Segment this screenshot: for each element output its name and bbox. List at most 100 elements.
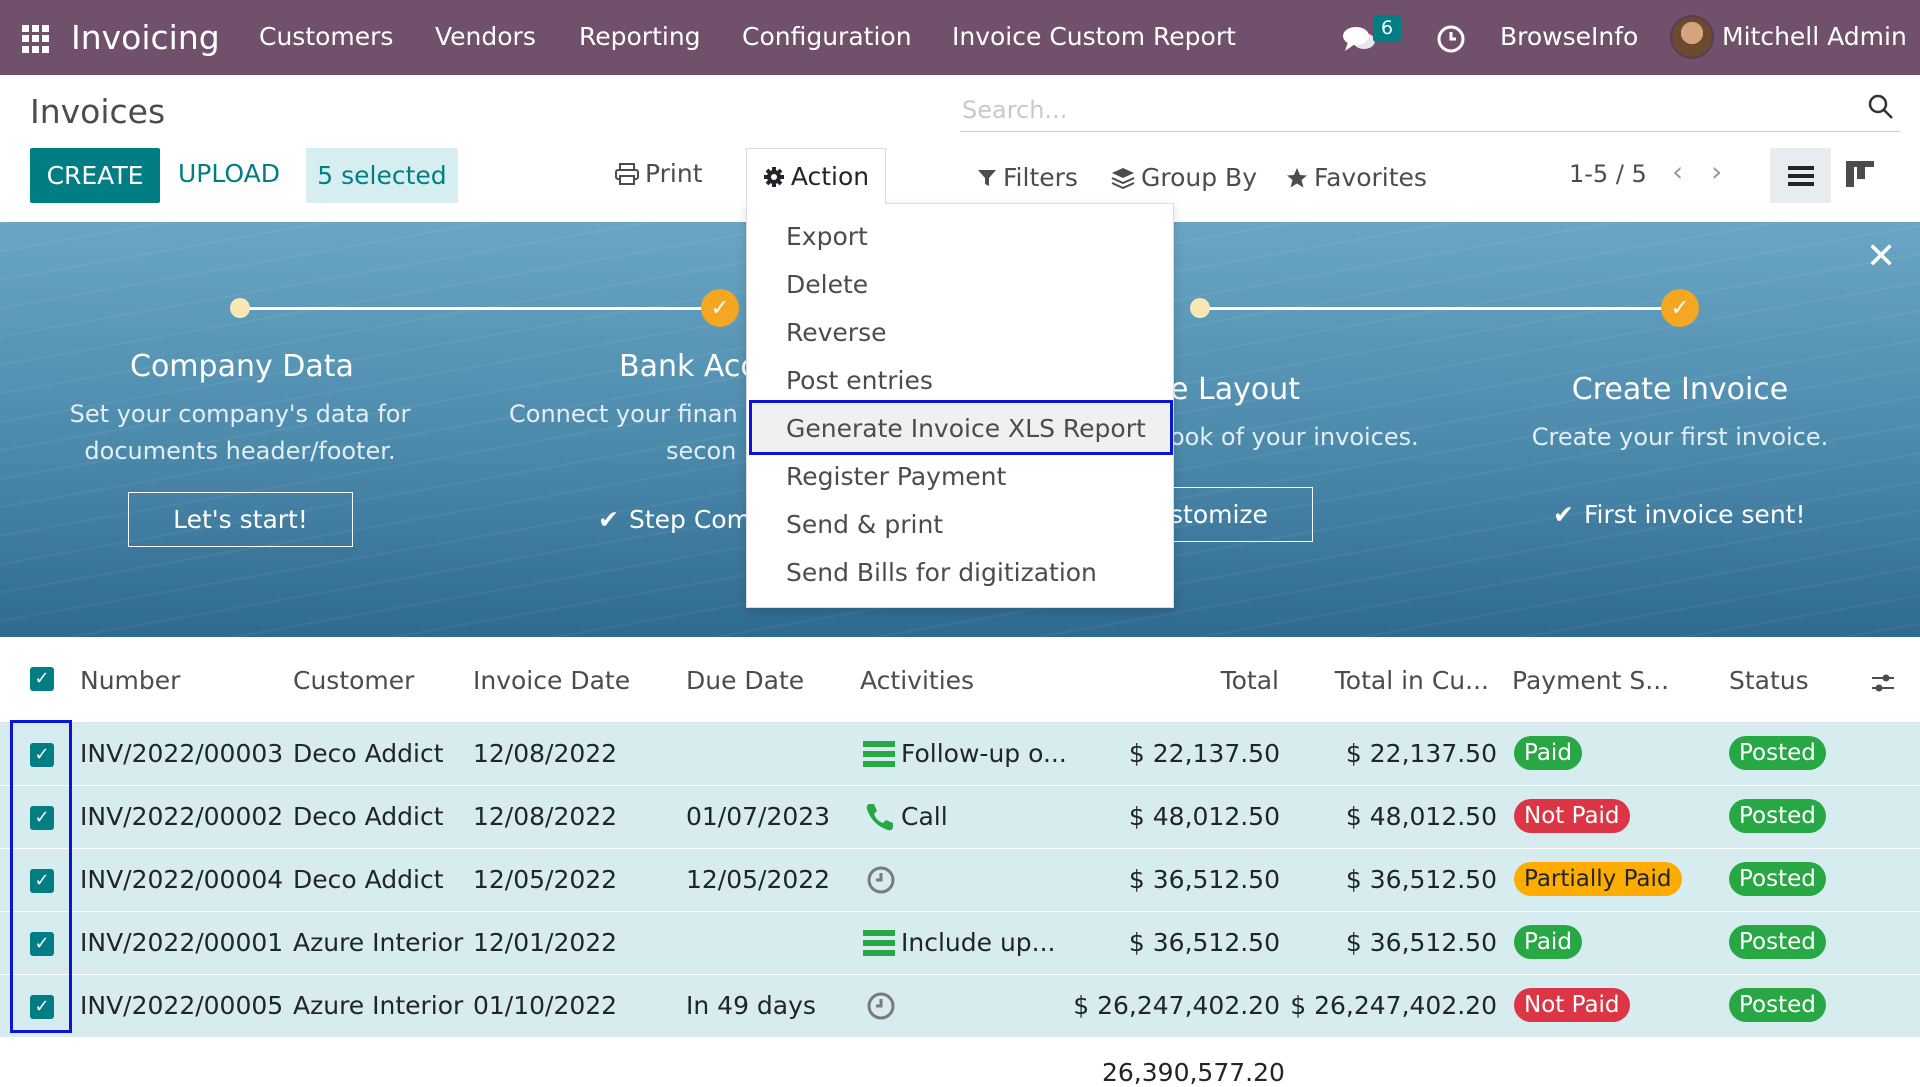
chat-icon[interactable] <box>1342 24 1376 54</box>
step-desc: ook of your invoices. <box>1170 423 1419 451</box>
cell-total-currency: $ 22,137.50 <box>1345 739 1497 768</box>
print-label: Print <box>645 159 703 188</box>
pager-previous-icon[interactable]: ‹ <box>1672 158 1683 186</box>
close-icon[interactable]: ✕ <box>1866 236 1896 277</box>
step-desc: Connect your finan <box>509 400 738 428</box>
cell-total: $ 26,247,402.20 <box>1073 991 1280 1020</box>
payment-status-badge: Not Paid <box>1514 799 1630 833</box>
menu-item-send-print[interactable]: Send & print <box>786 510 943 539</box>
layers-icon <box>1111 167 1135 189</box>
activity-clock-icon[interactable] <box>1436 24 1466 54</box>
cell-customer: Deco Addict <box>293 802 444 831</box>
user-avatar[interactable] <box>1670 15 1714 59</box>
table-row[interactable]: ✓ INV/2022/00001 Azure Interior 12/01/20… <box>0 912 1920 975</box>
menu-vendors[interactable]: Vendors <box>435 22 536 51</box>
upload-button[interactable]: UPLOAD <box>178 159 280 188</box>
create-button[interactable]: CREATE <box>30 148 160 203</box>
cell-customer: Deco Addict <box>293 739 444 768</box>
group-by-button[interactable]: Group By <box>1111 163 1257 192</box>
menu-item-generate-xls-report[interactable]: Generate Invoice XLS Report <box>786 414 1146 443</box>
menu-item-reverse[interactable]: Reverse <box>786 318 887 347</box>
favorites-button[interactable]: Favorites <box>1286 163 1427 192</box>
print-button[interactable]: Print <box>615 159 703 188</box>
action-button[interactable]: Action <box>746 148 886 204</box>
clock-icon[interactable] <box>865 991 897 1021</box>
menu-item-register-payment[interactable]: Register Payment <box>786 462 1006 491</box>
search-icon[interactable] <box>1866 92 1896 122</box>
check-icon: ✔ <box>598 505 619 534</box>
todo-icon[interactable] <box>863 739 895 769</box>
select-all-checkbox[interactable]: ✓ <box>30 667 54 691</box>
col-activities[interactable]: Activities <box>860 666 974 695</box>
apps-menu-icon[interactable] <box>22 25 50 53</box>
menu-customers[interactable]: Customers <box>259 22 393 51</box>
todo-icon[interactable] <box>863 928 895 958</box>
table-row[interactable]: ✓ INV/2022/00005 Azure Interior 01/10/20… <box>0 975 1920 1038</box>
group-by-label: Group By <box>1141 163 1258 192</box>
cell-total: $ 36,512.50 <box>1128 865 1280 894</box>
table-row[interactable]: ✓ INV/2022/00002 Deco Addict 12/08/2022 … <box>0 786 1920 849</box>
col-number[interactable]: Number <box>80 666 180 695</box>
cell-invoice-date: 12/08/2022 <box>473 802 618 831</box>
step-desc: secon <box>666 437 737 465</box>
pager-value[interactable]: 1-5 / 5 <box>1569 160 1647 188</box>
cell-total: $ 48,012.50 <box>1128 802 1280 831</box>
action-dropdown-menu: Export Delete Reverse Post entries Gener… <box>746 203 1174 608</box>
payment-status-badge: Paid <box>1514 925 1582 959</box>
cell-number: INV/2022/00002 <box>80 802 284 831</box>
cell-customer: Azure Interior <box>293 991 464 1020</box>
cell-activity[interactable]: Include up... <box>901 928 1056 957</box>
col-invoice-date[interactable]: Invoice Date <box>473 666 630 695</box>
menu-item-send-bills-digitization[interactable]: Send Bills for digitization <box>786 558 1097 587</box>
col-total-currency[interactable]: Total in Cu... <box>1335 666 1489 695</box>
col-due-date[interactable]: Due Date <box>686 666 804 695</box>
search-input[interactable] <box>962 92 1842 128</box>
action-label: Action <box>790 162 870 191</box>
menu-item-post-entries[interactable]: Post entries <box>786 366 933 395</box>
col-customer[interactable]: Customer <box>293 666 414 695</box>
step-title-bank-account: Bank Acc <box>619 349 757 384</box>
menu-item-export[interactable]: Export <box>786 222 868 251</box>
kanban-view-icon[interactable] <box>1845 160 1875 190</box>
page-title: Invoices <box>30 92 166 131</box>
company-switcher[interactable]: BrowseInfo <box>1500 22 1638 51</box>
menu-invoice-custom-report[interactable]: Invoice Custom Report <box>952 22 1236 51</box>
menu-configuration[interactable]: Configuration <box>742 22 912 51</box>
menu-reporting[interactable]: Reporting <box>579 22 701 51</box>
menu-item-delete[interactable]: Delete <box>786 270 868 299</box>
customize-button[interactable]: stomize <box>1150 487 1313 542</box>
app-brand[interactable]: Invoicing <box>71 18 220 57</box>
gear-icon <box>763 166 784 187</box>
step-desc: Set your company's data for <box>69 400 411 428</box>
step-connector <box>240 307 720 310</box>
favorites-label: Favorites <box>1314 163 1427 192</box>
top-navbar: Invoicing Customers Vendors Reporting Co… <box>0 0 1920 75</box>
footer-total: 26,390,577.20 <box>1102 1058 1285 1087</box>
pager-next-icon[interactable]: › <box>1711 158 1722 186</box>
phone-icon[interactable] <box>865 802 897 832</box>
list-view-button[interactable] <box>1770 148 1831 203</box>
table-row[interactable]: ✓ INV/2022/00003 Deco Addict 12/08/2022 … <box>0 723 1920 786</box>
col-status[interactable]: Status <box>1729 666 1809 695</box>
selected-count-badge[interactable]: 5 selected <box>306 148 458 203</box>
user-menu[interactable]: Mitchell Admin <box>1722 22 1907 51</box>
step-completed-label: ✔ Step Com <box>598 505 751 534</box>
cell-total: $ 22,137.50 <box>1128 739 1280 768</box>
payment-status-badge: Paid <box>1514 736 1582 770</box>
step-title-company-data: Company Data <box>130 349 354 384</box>
lets-start-button[interactable]: Let's start! <box>128 492 353 547</box>
chat-count-badge: 6 <box>1373 15 1402 42</box>
optional-columns-icon[interactable] <box>1870 670 1896 696</box>
cell-activity[interactable]: Call <box>901 802 948 831</box>
filters-button[interactable]: Filters <box>977 163 1078 192</box>
clock-icon[interactable] <box>865 865 897 895</box>
table-row[interactable]: ✓ INV/2022/00004 Deco Addict 12/05/2022 … <box>0 849 1920 912</box>
status-badge: Posted <box>1729 988 1826 1022</box>
cell-activity[interactable]: Follow-up o... <box>901 739 1067 768</box>
table-header: ✓ Number Customer Invoice Date Due Date … <box>0 648 1920 723</box>
col-payment-status[interactable]: Payment S... <box>1512 666 1669 695</box>
col-total[interactable]: Total <box>1221 666 1279 695</box>
cell-customer: Deco Addict <box>293 865 444 894</box>
step-title-invoice-layout: e Layout <box>1170 372 1300 407</box>
status-badge: Posted <box>1729 799 1826 833</box>
